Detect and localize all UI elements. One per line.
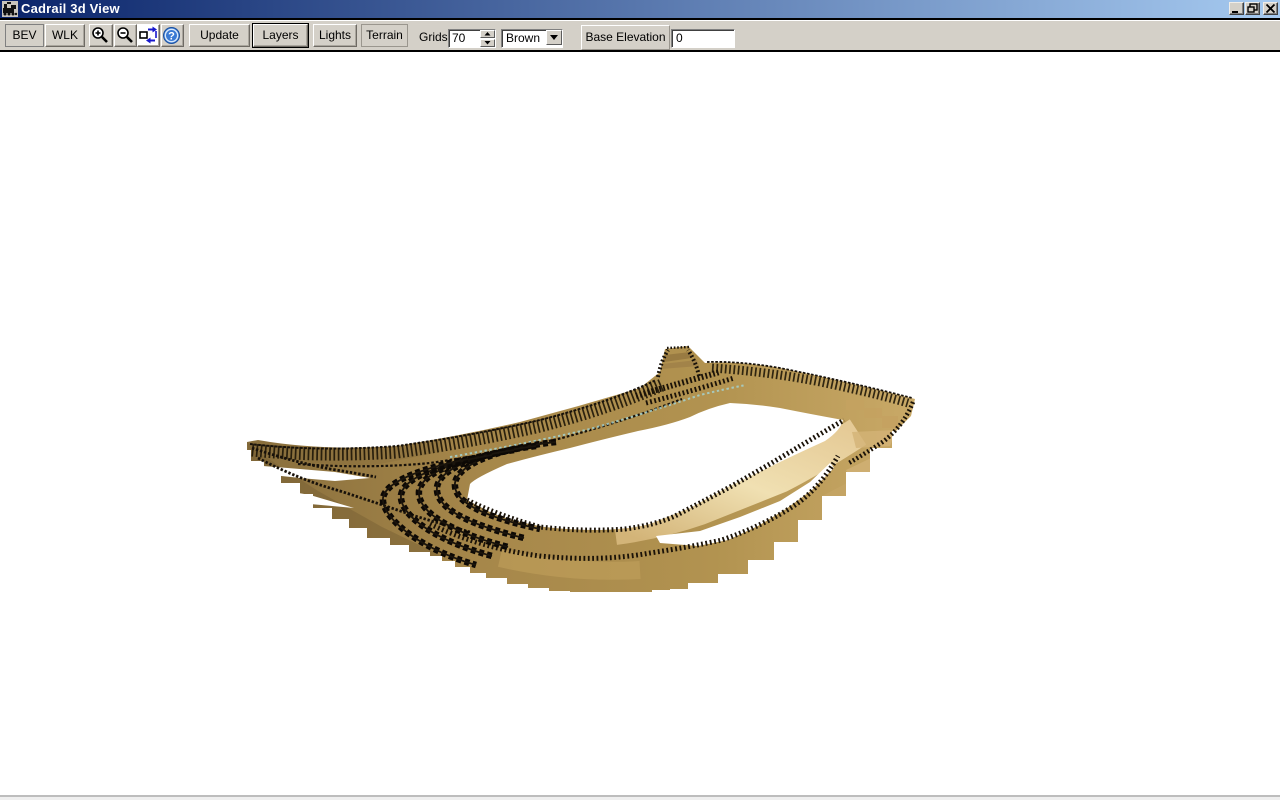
svg-text:?: ? [168, 31, 175, 43]
